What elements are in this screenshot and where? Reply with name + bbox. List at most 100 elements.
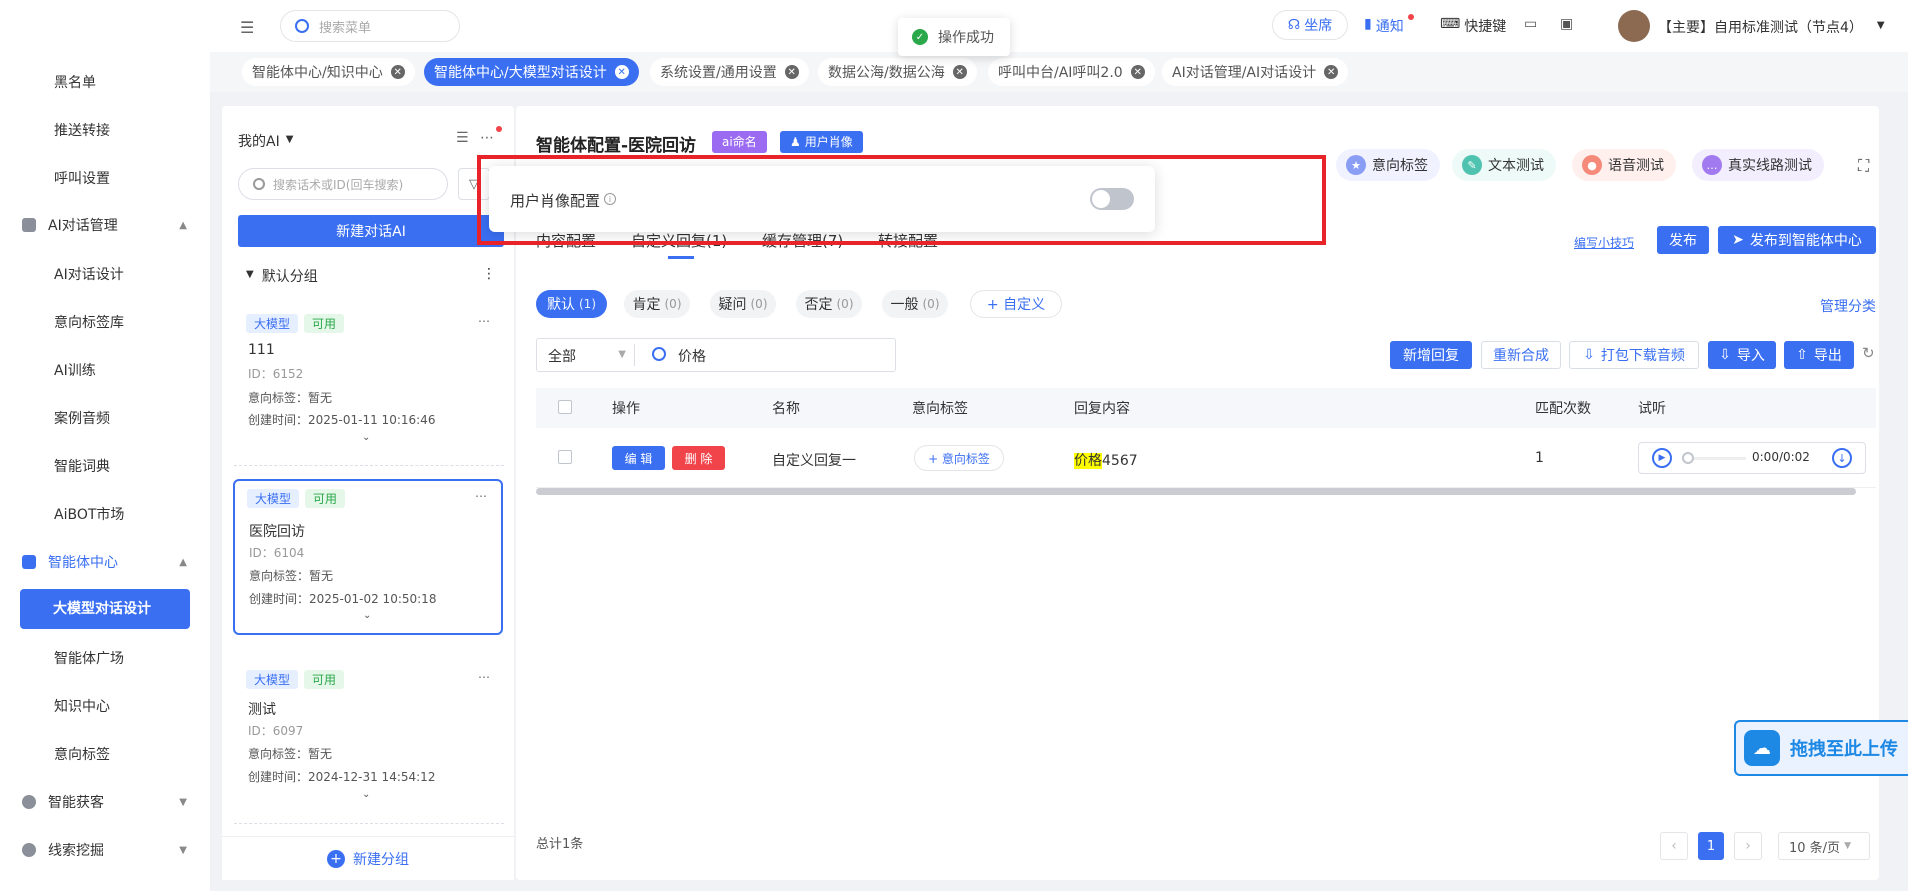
category-general[interactable]: 一般 (0) xyxy=(882,290,948,318)
category-positive[interactable]: 肯定 (0) xyxy=(624,290,690,318)
close-icon[interactable]: ✕ xyxy=(614,65,629,79)
new-dialog-ai-button[interactable]: 新建对话AI xyxy=(238,215,504,247)
new-group-button[interactable]: + 新建分组 xyxy=(222,836,514,880)
tab-data-pool[interactable]: 数据公海/数据公海 ✕ xyxy=(818,58,977,86)
close-icon[interactable]: ✕ xyxy=(390,65,405,79)
audio-progress-handle[interactable] xyxy=(1682,452,1694,464)
collapse-menu-icon[interactable]: ☰ xyxy=(240,18,254,37)
layout-icon[interactable]: ▭ xyxy=(1524,16,1537,32)
voice-test-button[interactable]: ● 语音测试 xyxy=(1572,149,1676,181)
subtab-content-config[interactable]: 内容配置 xyxy=(536,230,596,251)
tab-llm-design[interactable]: 智能体中心/大模型对话设计 ✕ xyxy=(424,58,639,86)
add-intent-tag-button[interactable]: + 意向标签 xyxy=(914,445,1004,471)
next-page-button[interactable]: › xyxy=(1734,832,1762,860)
reply-search-input[interactable]: 价格 xyxy=(652,346,888,366)
filter-select[interactable]: 全部 ▼ xyxy=(548,346,626,366)
sidebar-item-llm-design[interactable]: 大模型对话设计 xyxy=(20,589,190,629)
screen-icon[interactable]: ▣ xyxy=(1560,16,1573,32)
horizontal-scrollbar[interactable] xyxy=(536,488,1856,495)
edit-button[interactable]: 编 辑 xyxy=(612,446,665,470)
menu-search-input[interactable]: 搜索菜单 xyxy=(280,10,460,42)
sidebar-item-intent-lib[interactable]: 意向标签库 xyxy=(54,312,124,332)
info-icon[interactable]: i xyxy=(604,193,617,205)
subtab-custom-reply[interactable]: 自定义回复(1) xyxy=(631,230,727,251)
more-icon[interactable]: ⋯ xyxy=(475,489,487,503)
row-checkbox[interactable] xyxy=(558,450,572,464)
sidebar-group-clue[interactable]: 线索挖掘 ▼ xyxy=(22,840,187,860)
new-reply-button[interactable]: 新增回复 xyxy=(1390,341,1472,369)
category-question[interactable]: 疑问 (0) xyxy=(710,290,776,318)
my-ai-dropdown[interactable]: 我的AI ▼ xyxy=(238,131,293,151)
close-icon[interactable]: ✕ xyxy=(1130,65,1145,79)
avatar[interactable] xyxy=(1618,10,1650,42)
chevron-down-icon[interactable]: ⌄ xyxy=(363,610,371,621)
tab-ai-call[interactable]: 呼叫中台/AI呼叫2.0 ✕ xyxy=(988,58,1155,86)
intent-tag-button[interactable]: ★ 意向标签 xyxy=(1336,149,1440,181)
subtab-transfer[interactable]: 转接配置 xyxy=(878,230,938,251)
default-group[interactable]: ▼ 默认分组 ⋮ xyxy=(246,266,496,286)
publish-button[interactable]: 发布 xyxy=(1657,226,1709,254)
sidebar-item-call-settings[interactable]: 呼叫设置 xyxy=(54,168,110,188)
import-button[interactable]: ⇩ 导入 xyxy=(1708,341,1776,369)
select-all-checkbox[interactable] xyxy=(558,400,572,414)
sidebar-item-aibot-market[interactable]: AiBOT市场 xyxy=(54,504,124,524)
sidebar-item-push-transfer[interactable]: 推送转接 xyxy=(54,120,110,140)
tab-ai-design[interactable]: AI对话管理/AI对话设计 ✕ xyxy=(1162,58,1349,86)
writing-tips-link[interactable]: 编写小技巧 xyxy=(1574,234,1634,251)
more-vertical-icon[interactable]: ⋮ xyxy=(482,266,496,286)
close-icon[interactable]: ✕ xyxy=(952,65,967,79)
close-icon[interactable]: ✕ xyxy=(784,65,799,79)
page-size-select[interactable]: 10 条/页 ▼ xyxy=(1778,832,1870,860)
category-negative[interactable]: 否定 (0) xyxy=(796,290,862,318)
ai-search-input[interactable]: 搜索话术或ID(回车搜索) xyxy=(238,168,448,200)
download-audio-icon[interactable]: ↓ xyxy=(1832,448,1852,468)
sidebar-item-dictionary[interactable]: 智能词典 xyxy=(54,456,110,476)
real-line-test-button[interactable]: … 真实线路测试 xyxy=(1692,149,1824,181)
download-audio-button[interactable]: ⇩ 打包下载音频 xyxy=(1569,341,1699,369)
sidebar-item-ai-design[interactable]: AI对话设计 xyxy=(54,264,124,284)
portrait-toggle[interactable] xyxy=(1090,188,1134,210)
sidebar-item-agent-plaza[interactable]: 智能体广场 xyxy=(54,648,124,668)
delete-button[interactable]: 删 除 xyxy=(672,446,725,470)
fullscreen-icon[interactable]: ⛶ xyxy=(1858,156,1869,176)
user-menu[interactable]: 【主要】自用标准测试（节点4） ▼ xyxy=(1658,17,1885,37)
sidebar-item-intent-tags[interactable]: 意向标签 xyxy=(54,744,110,764)
export-button[interactable]: ⇧ 导出 xyxy=(1784,341,1854,369)
ai-card[interactable]: 大模型 可用 ⋯ 测试 ID：6097 意向标签：暂无 创建时间：2024-12-… xyxy=(234,664,504,824)
sidebar-group-acquire[interactable]: 智能获客 ▼ xyxy=(22,792,187,812)
more-icon[interactable]: ⋯ xyxy=(478,670,490,684)
sidebar-item-ai-training[interactable]: AI训练 xyxy=(54,360,96,380)
ai-name-tag[interactable]: ai命名 xyxy=(712,131,767,153)
sidebar-group-ai-dialog[interactable]: AI对话管理 ▲ xyxy=(22,215,187,235)
ai-card-selected[interactable]: 大模型 可用 ⋯ 医院回访 ID：6104 意向标签：暂无 创建时间：2025-0… xyxy=(233,479,503,635)
tab-general-settings[interactable]: 系统设置/通用设置 ✕ xyxy=(650,58,809,86)
prev-page-button[interactable]: ‹ xyxy=(1660,832,1688,860)
custom-category-button[interactable]: + 自定义 xyxy=(970,290,1062,318)
user-portrait-tag[interactable]: ♟ 用户肖像 xyxy=(780,131,863,153)
seat-button[interactable]: ☊ 坐席 xyxy=(1272,10,1348,40)
more-icon[interactable]: ⋯ xyxy=(480,130,494,146)
sidebar-item-case-audio[interactable]: 案例音频 xyxy=(54,408,110,428)
more-icon[interactable]: ⋯ xyxy=(478,314,490,328)
notify-button[interactable]: ▮ 通知 xyxy=(1364,14,1414,36)
close-icon[interactable]: ✕ xyxy=(1324,65,1339,79)
chevron-down-icon[interactable]: ⌄ xyxy=(362,432,370,443)
page-1-button[interactable]: 1 xyxy=(1698,832,1724,860)
upload-float-widget[interactable]: ☁ 拖拽至此上传 xyxy=(1734,720,1908,776)
sidebar-group-agent-center[interactable]: 智能体中心 ▲ xyxy=(22,552,187,572)
shortcut-button[interactable]: ⌨ 快捷键 xyxy=(1440,16,1506,36)
sort-icon[interactable]: ☰ xyxy=(456,130,469,146)
manage-category-link[interactable]: 管理分类 xyxy=(1820,296,1876,316)
publish-center-button[interactable]: ➤ 发布到智能体中心 xyxy=(1718,226,1876,254)
filter-icon[interactable]: ▽ xyxy=(458,168,490,200)
tab-knowledge-center[interactable]: 智能体中心/知识中心 ✕ xyxy=(242,58,415,86)
refresh-icon[interactable]: ↻ xyxy=(1862,344,1875,362)
resynthesize-button[interactable]: 重新合成 xyxy=(1481,341,1561,369)
play-icon[interactable]: ▶ xyxy=(1652,448,1672,468)
chevron-down-icon[interactable]: ⌄ xyxy=(362,789,370,800)
ai-card[interactable]: 大模型 可用 ⋯ 111 ID：6152 意向标签：暂无 创建时间：2025-01… xyxy=(234,306,504,466)
sidebar-item-knowledge[interactable]: 知识中心 xyxy=(54,696,110,716)
category-default[interactable]: 默认 (1) xyxy=(536,290,607,318)
sidebar-item-blacklist[interactable]: 黑名单 xyxy=(54,72,96,92)
text-test-button[interactable]: ✎ 文本测试 xyxy=(1452,149,1556,181)
